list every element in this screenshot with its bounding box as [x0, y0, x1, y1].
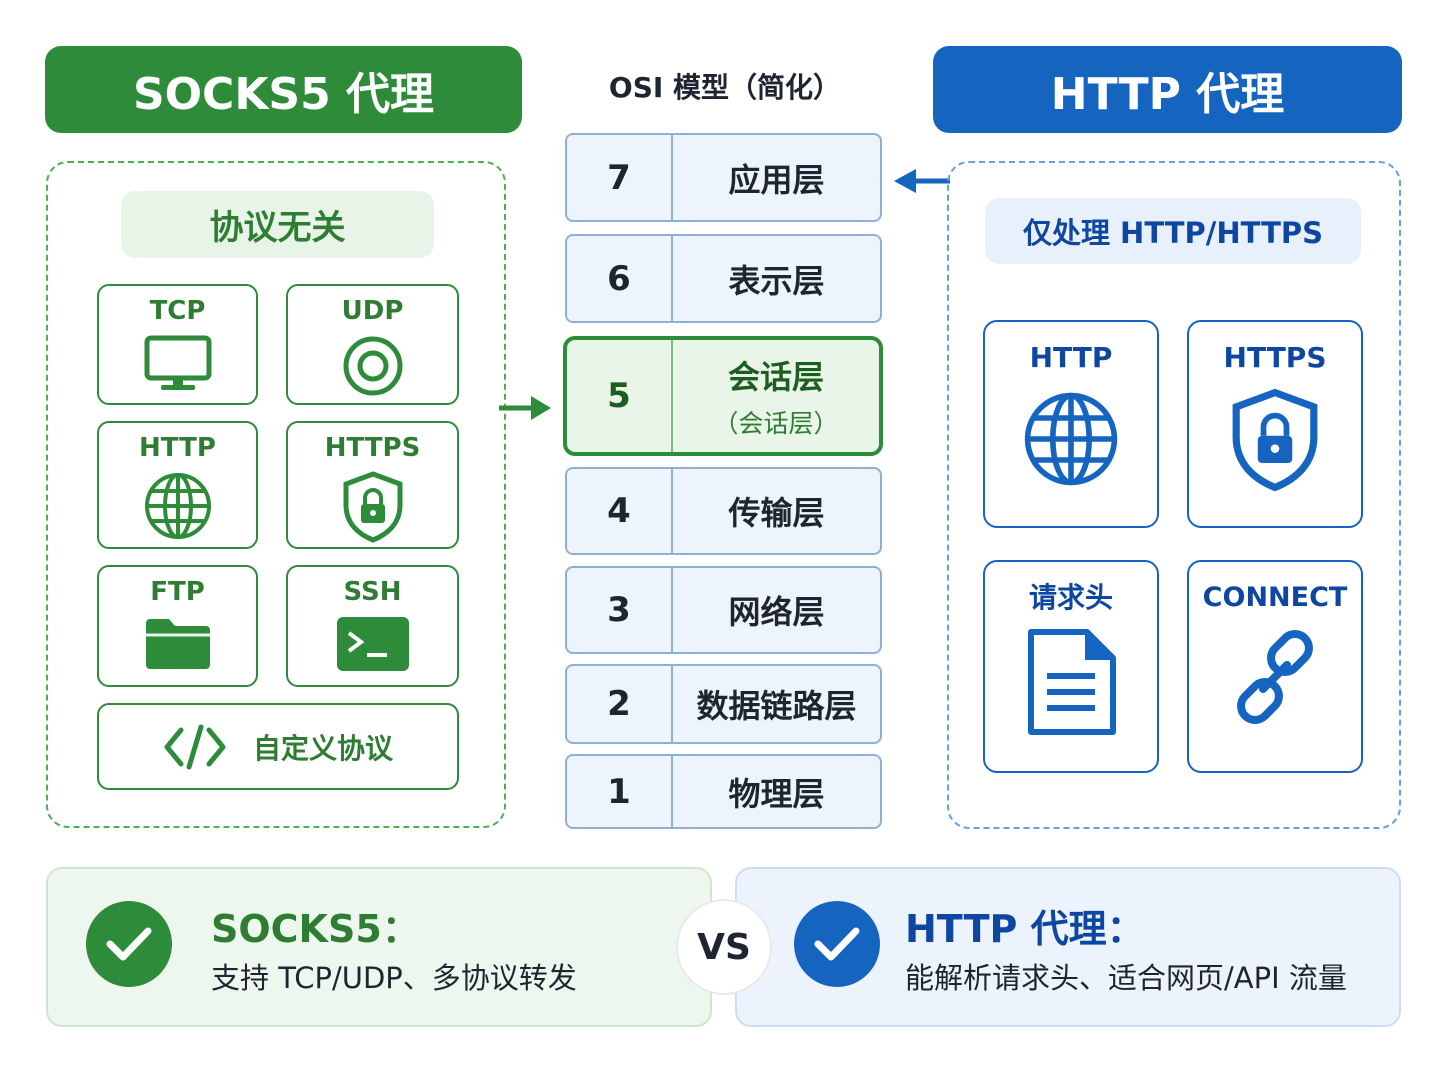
http-header: HTTP 代理: [933, 46, 1402, 133]
terminal-icon: [336, 617, 409, 671]
layer-name: 传输层: [728, 494, 825, 532]
layer-name: 表示层: [728, 261, 825, 300]
layer-number: 1: [567, 756, 673, 827]
vs-badge: VS: [676, 899, 772, 995]
layer-name: 物理层: [728, 774, 825, 813]
http-tile: HTTP: [983, 320, 1159, 528]
tile-label: SSH: [343, 577, 402, 607]
layer-number: 2: [567, 666, 673, 742]
layer-subtitle: （会话层）: [713, 409, 839, 438]
check-icon: [86, 901, 172, 987]
custom-protocol-tile: 自定义协议: [97, 703, 459, 790]
layer-number: 6: [567, 236, 673, 321]
layer-number: 7: [567, 135, 673, 220]
socks5-summary-desc: 支持 TCP/UDP、多协议转发: [211, 961, 577, 995]
layer-number: 4: [567, 469, 673, 553]
layer-number: 5: [567, 340, 673, 452]
tile-label: CONNECT: [1202, 582, 1348, 613]
tile-label: 自定义协议: [252, 731, 393, 765]
link-icon: [1237, 630, 1313, 724]
monitor-icon: [144, 335, 211, 390]
connect-tile: CONNECT: [1187, 560, 1363, 773]
tile-label: FTP: [150, 577, 205, 607]
osi-layer-1: 1 物理层: [565, 754, 882, 829]
code-icon: [164, 724, 226, 769]
protocol-agnostic-pill: 协议无关: [121, 191, 434, 258]
osi-layer-5: 5 会话层 （会话层）: [563, 336, 883, 456]
tile-label: 请求头: [1028, 581, 1113, 614]
target-icon: [343, 336, 402, 396]
osi-layer-6: 6 表示层: [565, 234, 882, 323]
osi-layer-3: 3 网络层: [565, 566, 882, 654]
tile-label: TCP: [149, 296, 206, 326]
tile-label: HTTPS: [1223, 341, 1327, 374]
tcp-tile: TCP: [97, 284, 258, 405]
shield-lock-icon: [343, 471, 402, 543]
request-header-tile: 请求头: [983, 560, 1159, 773]
layer-name: 应用层: [728, 160, 825, 199]
socks5-header: SOCKS5 代理: [45, 46, 522, 133]
osi-layer-7: 7 应用层: [565, 133, 882, 222]
tile-label: UDP: [341, 296, 404, 326]
layer-number: 3: [567, 568, 673, 652]
layer-name: 会话层: [727, 358, 824, 396]
layer-name: 数据链路层: [696, 687, 857, 725]
socks5-summary-title: SOCKS5：: [211, 907, 420, 951]
document-icon: [1028, 629, 1116, 735]
tile-label: HTTP: [139, 433, 216, 463]
http-only-pill: 仅处理 HTTP/HTTPS: [985, 198, 1361, 264]
globe-icon: [144, 473, 211, 539]
tile-label: HTTPS: [324, 433, 421, 463]
ftp-tile: FTP: [97, 565, 258, 687]
https-tile: HTTPS: [286, 421, 459, 549]
globe-icon: [1024, 392, 1118, 486]
layer-name: 网络层: [728, 593, 825, 631]
arrow-right-icon: [499, 396, 551, 420]
folder-icon: [145, 619, 210, 669]
shield-lock-icon: [1232, 388, 1318, 492]
arrow-left-icon: [894, 169, 950, 193]
osi-layer-4: 4 传输层: [565, 467, 882, 555]
udp-tile: UDP: [286, 284, 459, 405]
tile-label: HTTP: [1029, 341, 1113, 374]
https-tile: HTTPS: [1187, 320, 1363, 528]
osi-title: OSI 模型（简化）: [608, 71, 842, 104]
check-icon: [794, 901, 880, 987]
http-tile: HTTP: [97, 421, 258, 549]
osi-layer-2: 2 数据链路层: [565, 664, 882, 744]
http-summary-title: HTTP 代理：: [905, 907, 1145, 951]
ssh-tile: SSH: [286, 565, 459, 687]
http-summary-desc: 能解析请求头、适合网页/API 流量: [905, 961, 1347, 995]
